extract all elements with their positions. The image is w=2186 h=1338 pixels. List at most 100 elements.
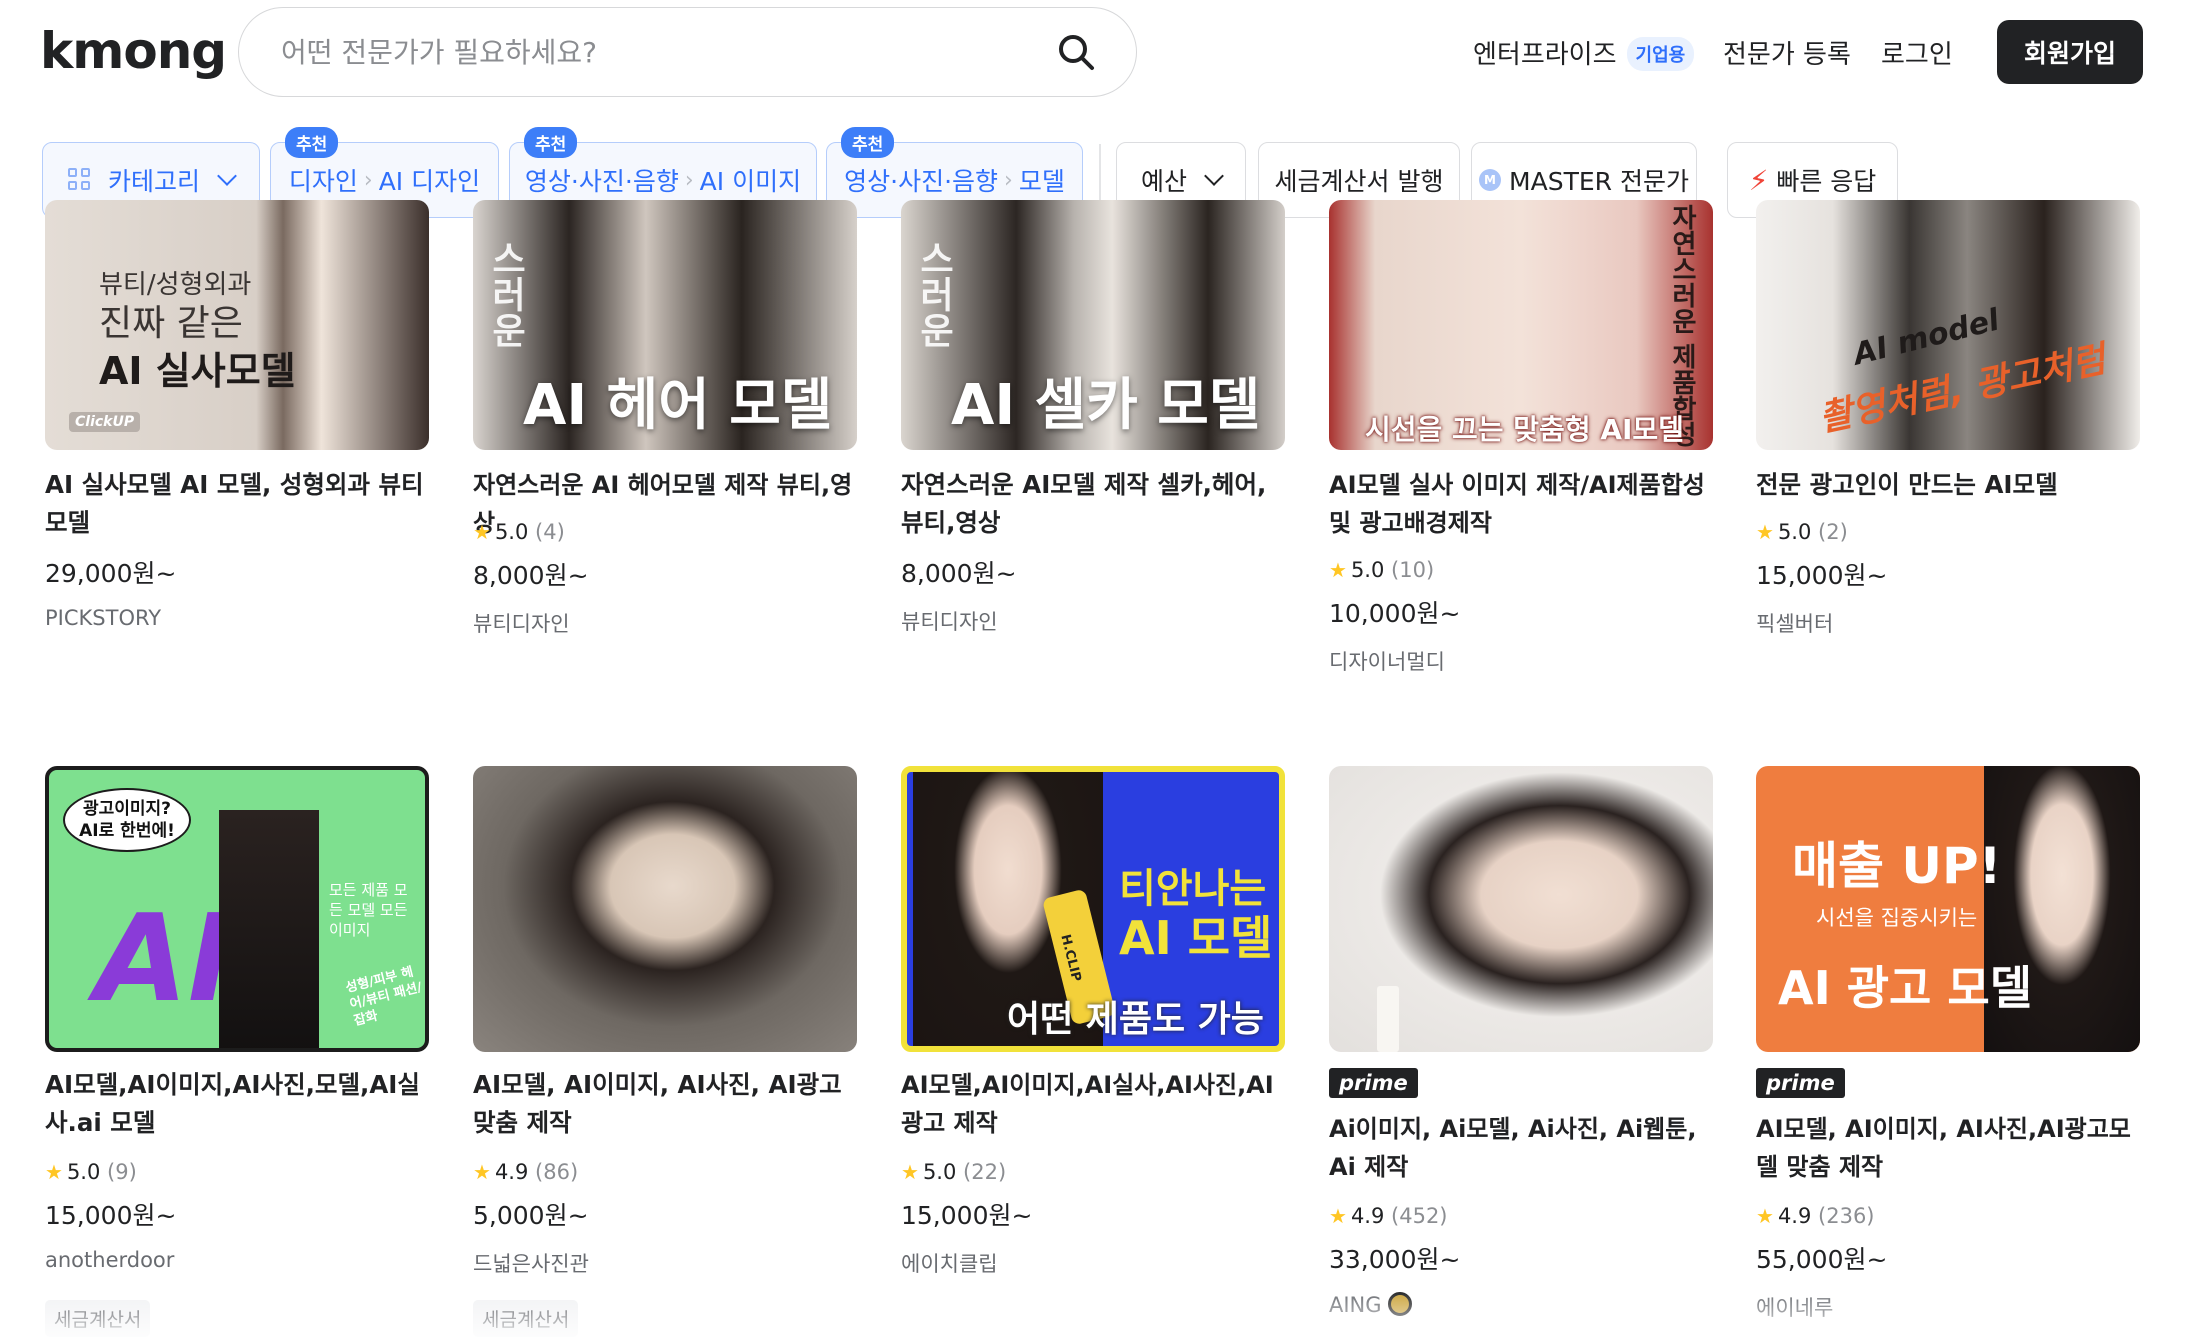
lightning-icon: ⚡	[1748, 163, 1769, 197]
gig-thumbnail[interactable]: 광고이미지? AI로 한번에! AI 모든 제품 모든 모델 모든 이미지 성형…	[45, 766, 429, 1052]
master-icon: M	[1479, 169, 1502, 191]
gig-title[interactable]: AI모델, AI이미지, AI사진, AI광고 맞춤 제작	[473, 1066, 857, 1142]
seller-name[interactable]: PICKSTORY	[45, 606, 161, 630]
gig-price: 5,000원~	[473, 1201, 589, 1230]
gig-title[interactable]: AI모델,AI이미지,AI사진,모델,AI실사.ai 모델	[45, 1066, 429, 1142]
star-icon: ★	[473, 1160, 491, 1184]
chevron-right-icon: ›	[363, 167, 373, 193]
gig-price: 15,000원~	[901, 1201, 1033, 1230]
review-count: (22)	[963, 1160, 1007, 1184]
thumb-side-text: 스러운	[485, 240, 526, 348]
seller-row[interactable]: AING	[1329, 1292, 1412, 1317]
star-icon: ★	[1756, 1204, 1774, 1228]
gig-price: 8,000원~	[901, 559, 1017, 588]
gig-thumbnail[interactable]: 뷰티/성형외과 진짜 같은 AI 실사모델 ClickUP	[45, 200, 429, 450]
nav-enterprise-label: 엔터프라이즈	[1473, 40, 1617, 70]
nav-register-expert[interactable]: 전문가 등록	[1723, 34, 1851, 71]
thumb-text: 시선을 집중시키는	[1816, 906, 1978, 930]
enterprise-badge: 기업용	[1626, 37, 1695, 71]
chip-path-2: AI 디자인	[378, 167, 481, 196]
gig-thumbnail[interactable]: 매출 UP! 시선을 집중시키는 AI 광고 모델	[1756, 766, 2140, 1052]
review-count: (236)	[1818, 1204, 1875, 1228]
product-label: H.CLIP	[1057, 932, 1084, 984]
star-icon: ★	[473, 520, 491, 544]
thumb-side-text: 스러운	[913, 240, 954, 348]
thumb-text: AI 헤어 모델	[523, 373, 833, 438]
gig-thumbnail[interactable]: H.CLIP 티안나는 AI 모델 어떤 제품도 가능	[901, 766, 1285, 1052]
seller-name[interactable]: 뷰티디자인	[473, 608, 570, 638]
review-count: (4)	[535, 520, 565, 544]
rating-value: 4.9	[494, 1160, 529, 1184]
seller-name[interactable]: 에이네루	[1756, 1292, 1833, 1322]
chevron-down-icon	[217, 166, 237, 186]
review-count: (86)	[535, 1160, 579, 1184]
gig-thumbnail[interactable]	[1329, 766, 1713, 1052]
gig-thumbnail[interactable]: 스러운 AI 셀카 모델	[901, 200, 1285, 450]
kmong-logo[interactable]: kmong	[40, 22, 227, 80]
fast-label: 빠른 응답	[1776, 167, 1877, 196]
chip-path-1: 영상·사진·음향	[524, 167, 679, 196]
thumb-text: AI 모델	[1119, 911, 1273, 965]
gig-title[interactable]: AI모델 실사 이미지 제작/AI제품합성 및 광고배경제작	[1329, 466, 1713, 542]
recommend-badge: 추천	[841, 127, 895, 158]
chevron-down-icon	[1204, 166, 1224, 186]
nav-enterprise[interactable]: 엔터프라이즈 기업용	[1473, 34, 1695, 71]
gig-rating: ★ 4.9 (452)	[1329, 1204, 1448, 1228]
gig-price: 15,000원~	[45, 1201, 177, 1230]
thumb-text: 진짜 같은	[99, 303, 243, 344]
chip-path-2: AI 이미지	[699, 167, 802, 196]
speech-bubble: 광고이미지? AI로 한번에!	[63, 788, 191, 852]
product-bottle	[1377, 986, 1399, 1052]
nav-login[interactable]: 로그인	[1881, 34, 1953, 71]
gig-thumbnail[interactable]: AI model 촬영처럼, 광고처럼	[1756, 200, 2140, 450]
search-icon[interactable]	[1056, 32, 1096, 72]
search-bar[interactable]	[238, 7, 1137, 97]
seller-name: AING	[1329, 1293, 1382, 1317]
gig-title[interactable]: 전문 광고인이 만드는 AI모델	[1756, 466, 2140, 504]
star-icon: ★	[901, 1160, 919, 1184]
gig-rating: ★ 4.9 (86)	[473, 1160, 578, 1184]
gig-price: 29,000원~	[45, 559, 177, 588]
grid-icon	[67, 168, 92, 192]
rating-value: 5.0	[1777, 520, 1812, 544]
gig-price: 33,000원~	[1329, 1245, 1461, 1274]
thumb-text: AI 광고 모델	[1778, 961, 2033, 1015]
gig-price: 8,000원~	[473, 561, 589, 590]
rating-value: 5.0	[66, 1160, 101, 1184]
tax-invoice-tag: 세금계산서	[45, 1300, 151, 1337]
chip-path-2: 모델	[1018, 167, 1065, 196]
gig-thumbnail[interactable]	[473, 766, 857, 1052]
gig-title[interactable]: AI 실사모델 AI 모델, 성형외과 뷰티 모델	[45, 466, 429, 542]
gig-rating: ★ 4.9 (236)	[1756, 1204, 1875, 1228]
prime-badge: prime	[1329, 1068, 1418, 1098]
gig-price: 55,000원~	[1756, 1245, 1888, 1274]
seller-name[interactable]: 드넓은사진관	[473, 1248, 589, 1278]
review-count: (452)	[1391, 1204, 1448, 1228]
search-input[interactable]	[281, 30, 1021, 74]
chevron-right-icon: ›	[1004, 167, 1013, 193]
seller-name[interactable]: 디자이너멀디	[1329, 646, 1445, 676]
gig-title[interactable]: AI모델, AI이미지, AI사진,AI광고모델 맞춤 제작	[1756, 1110, 2140, 1186]
review-count: (2)	[1818, 520, 1848, 544]
gig-price: 15,000원~	[1756, 561, 1888, 590]
gig-title[interactable]: AI모델,AI이미지,AI실사,AI사진,AI광고 제작	[901, 1066, 1285, 1142]
seller-name[interactable]: 뷰티디자인	[901, 606, 998, 636]
gig-thumbnail[interactable]: 스러운 AI 헤어 모델	[473, 200, 857, 450]
seller-name[interactable]: 픽셀버터	[1756, 608, 1833, 638]
thumb-big-text: AI	[95, 890, 233, 1029]
gig-rating: ★ 5.0 (9)	[45, 1160, 137, 1184]
gig-title[interactable]: Ai이미지, Ai모델, Ai사진, Ai웹툰, Ai 제작	[1329, 1110, 1713, 1186]
rating-value: 4.9	[1777, 1204, 1812, 1228]
top-header: kmong 엔터프라이즈 기업용 전문가 등록 로그인 회원가입	[0, 0, 2186, 104]
seller-name[interactable]: 에이치클립	[901, 1248, 998, 1278]
gig-price: 10,000원~	[1329, 599, 1461, 628]
gig-rating: ★ 5.0 (10)	[1329, 558, 1434, 582]
master-label: MASTER 전문가	[1509, 167, 1689, 196]
seller-name[interactable]: anotherdoor	[45, 1248, 174, 1272]
gig-thumbnail[interactable]: 자연스러운 제품합성 시선을 끄는 맞춤형 AI모델	[1329, 200, 1713, 450]
model-figure	[219, 810, 319, 1048]
signup-button[interactable]: 회원가입	[1997, 20, 2143, 84]
watermark: ClickUP	[69, 412, 141, 432]
review-count: (9)	[107, 1160, 137, 1184]
gig-title[interactable]: 자연스러운 AI모델 제작 셀카,헤어,뷰티,영상	[901, 466, 1285, 542]
